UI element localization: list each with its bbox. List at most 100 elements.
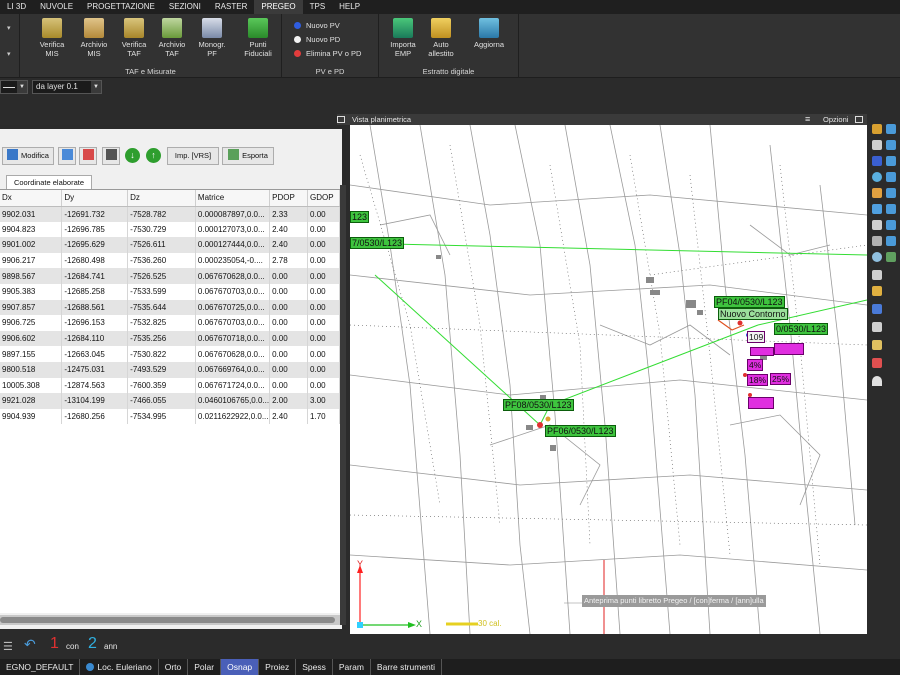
table-cell[interactable]: -7466.055: [127, 393, 196, 409]
magenta-label[interactable]: 25%: [770, 373, 792, 385]
select-icon[interactable]: [872, 156, 882, 166]
table-cell[interactable]: -7535.256: [127, 330, 196, 347]
status-profile[interactable]: EGNO_DEFAULT: [0, 659, 81, 675]
table-row[interactable]: 9902.031 -12691.732 -7528.782 0.000087897,0…: [0, 206, 340, 222]
extend-icon[interactable]: [872, 286, 882, 296]
table-cell[interactable]: 0.000235054,-0....: [195, 252, 271, 269]
table-row[interactable]: 9898.567 -12684.741 -7526.525 0.067670628,0…: [0, 268, 340, 284]
table-cell[interactable]: -12680.256: [61, 408, 129, 425]
point-label[interactable]: PF06/0530/L123: [545, 425, 616, 437]
table-cell[interactable]: -7534.995: [127, 408, 196, 425]
scrollbar-thumb[interactable]: [0, 617, 335, 623]
numbering-icon[interactable]: [872, 140, 882, 150]
table-row[interactable]: 9904.939 -12680.256 -7534.995 0.0211622922,…: [0, 408, 340, 425]
table-cell[interactable]: 0.0211622922,0.0...: [195, 408, 271, 425]
table-cell[interactable]: 0.067670703,0.0...: [195, 315, 271, 331]
table-cell[interactable]: 0.00: [307, 330, 340, 347]
table-cell[interactable]: -7493.529: [127, 361, 196, 378]
pan-icon[interactable]: [886, 204, 896, 214]
fiducial-points-button[interactable]: Punti Fiduciali: [238, 18, 278, 58]
table-cell[interactable]: 2.33: [269, 206, 309, 222]
status-polar[interactable]: Polar: [188, 659, 222, 675]
table-row[interactable]: 9906.602 -12684.110 -7535.256 0.067670718,0…: [0, 330, 340, 347]
maximize-icon[interactable]: [337, 116, 345, 123]
status-projection[interactable]: Proiez: [259, 659, 297, 675]
magenta-marker[interactable]: [750, 347, 774, 356]
point-icon[interactable]: [872, 188, 882, 198]
maximize-icon[interactable]: [855, 116, 863, 123]
table-cell[interactable]: -12691.732: [61, 206, 129, 222]
table-cell[interactable]: 9906.725: [0, 315, 63, 331]
archive-taf-button[interactable]: Archivio TAF: [152, 18, 192, 58]
table-cell[interactable]: 0.067671724,0.0...: [195, 377, 271, 394]
export-button[interactable]: Esporta: [222, 147, 274, 165]
table-row[interactable]: 9906.725 -12696.153 -7532.825 0.067670703,0…: [0, 315, 340, 331]
table-cell[interactable]: -12874.563: [61, 377, 129, 394]
magenta-marker[interactable]: [748, 397, 774, 409]
table-cell[interactable]: -12684.110: [61, 330, 129, 347]
point-label[interactable]: 123: [350, 211, 370, 223]
options-button[interactable]: Opzioni: [823, 114, 848, 125]
trim-icon[interactable]: [872, 270, 882, 280]
option-1-number[interactable]: 1: [50, 635, 59, 653]
delete-pv-pd-button[interactable]: Elimina PV o PD: [294, 49, 361, 58]
list-icon[interactable]: ☰: [3, 640, 13, 653]
point-label[interactable]: 7/0530/L123: [350, 237, 405, 249]
magenta-label[interactable]: 4%: [747, 359, 764, 371]
table-cell[interactable]: 0.067670628,0.0...: [195, 346, 271, 362]
status-osnap[interactable]: Osnap: [221, 659, 260, 675]
table-cell[interactable]: 2.40: [269, 237, 309, 253]
horizontal-scrollbar[interactable]: [0, 615, 340, 625]
point-label[interactable]: PF08/0530/L123: [503, 399, 574, 411]
menu-sezioni[interactable]: SEZIONI: [162, 0, 208, 14]
table-cell[interactable]: 0.00: [269, 299, 309, 316]
measure-icon[interactable]: [872, 236, 882, 246]
table-cell[interactable]: 0.067670628,0.0...: [195, 268, 271, 284]
table-cell[interactable]: 2.40: [269, 221, 309, 238]
table-cell[interactable]: 9921.028: [0, 393, 63, 409]
table-cell[interactable]: -7528.782: [127, 206, 196, 222]
zoom-previous-icon[interactable]: [886, 236, 896, 246]
option-2-number[interactable]: 2: [88, 635, 97, 653]
table-cell[interactable]: 0.067670725,0.0...: [195, 299, 271, 316]
table-row[interactable]: 9905.383 -12685.258 -7533.599 0.067670703,0…: [0, 283, 340, 300]
layer-icon[interactable]: [886, 252, 896, 262]
tab-coordinate-elaborate[interactable]: Coordinate elaborate: [6, 175, 92, 189]
menu-tps[interactable]: TPS: [303, 0, 333, 14]
status-thickness[interactable]: Spess: [296, 659, 333, 675]
table-cell[interactable]: -12680.498: [61, 252, 129, 269]
monograph-button[interactable]: Monogr. PF: [192, 18, 232, 58]
sort-desc-button[interactable]: [79, 147, 97, 165]
table-cell[interactable]: 2.40: [269, 408, 309, 425]
menu-progettazione[interactable]: PROGETTAZIONE: [80, 0, 162, 14]
table-row[interactable]: 9901.002 -12695.629 -7526.611 0.000127444,0…: [0, 237, 340, 253]
table-cell[interactable]: 9906.602: [0, 330, 63, 347]
zoom-icon[interactable]: [886, 124, 896, 134]
table-cell[interactable]: -7526.525: [127, 268, 196, 284]
table-cell[interactable]: 0.00: [307, 221, 340, 238]
column-gdop[interactable]: GDOP: [307, 190, 340, 207]
undo-icon[interactable]: ↶: [24, 636, 36, 653]
zoom-window-icon[interactable]: [886, 172, 896, 182]
find-button[interactable]: [102, 147, 120, 165]
table-cell[interactable]: -12475.031: [61, 361, 129, 378]
table-cell[interactable]: 9904.823: [0, 221, 63, 238]
table-cell[interactable]: -12696.153: [61, 315, 129, 331]
status-local-system[interactable]: Loc. Euleriano: [80, 659, 159, 675]
hatch-icon[interactable]: [872, 304, 882, 314]
menu-li3d[interactable]: LI 3D: [0, 0, 33, 14]
plan-view-canvas[interactable]: 123 7/0530/L123 PF08/0530/L123 PF06/0530…: [350, 125, 867, 634]
table-cell[interactable]: 0.00: [307, 377, 340, 394]
column-dy[interactable]: Dy: [61, 190, 129, 207]
zoom-extents-icon[interactable]: [886, 188, 896, 198]
table-cell[interactable]: 0.067670703,0.0...: [195, 283, 271, 300]
table-row[interactable]: 9906.217 -12680.498 -7536.260 0.000235054,-…: [0, 252, 340, 269]
magenta-label[interactable]: 109: [747, 331, 766, 343]
vertical-scrollbar[interactable]: [340, 185, 346, 625]
table-cell[interactable]: -7532.825: [127, 315, 196, 331]
point-label[interactable]: 0/0530/L123: [774, 323, 829, 335]
table-cell[interactable]: 1.70: [307, 408, 340, 425]
magenta-marker[interactable]: [774, 343, 804, 355]
status-params[interactable]: Param: [333, 659, 371, 675]
table-cell[interactable]: 0.00: [269, 330, 309, 347]
